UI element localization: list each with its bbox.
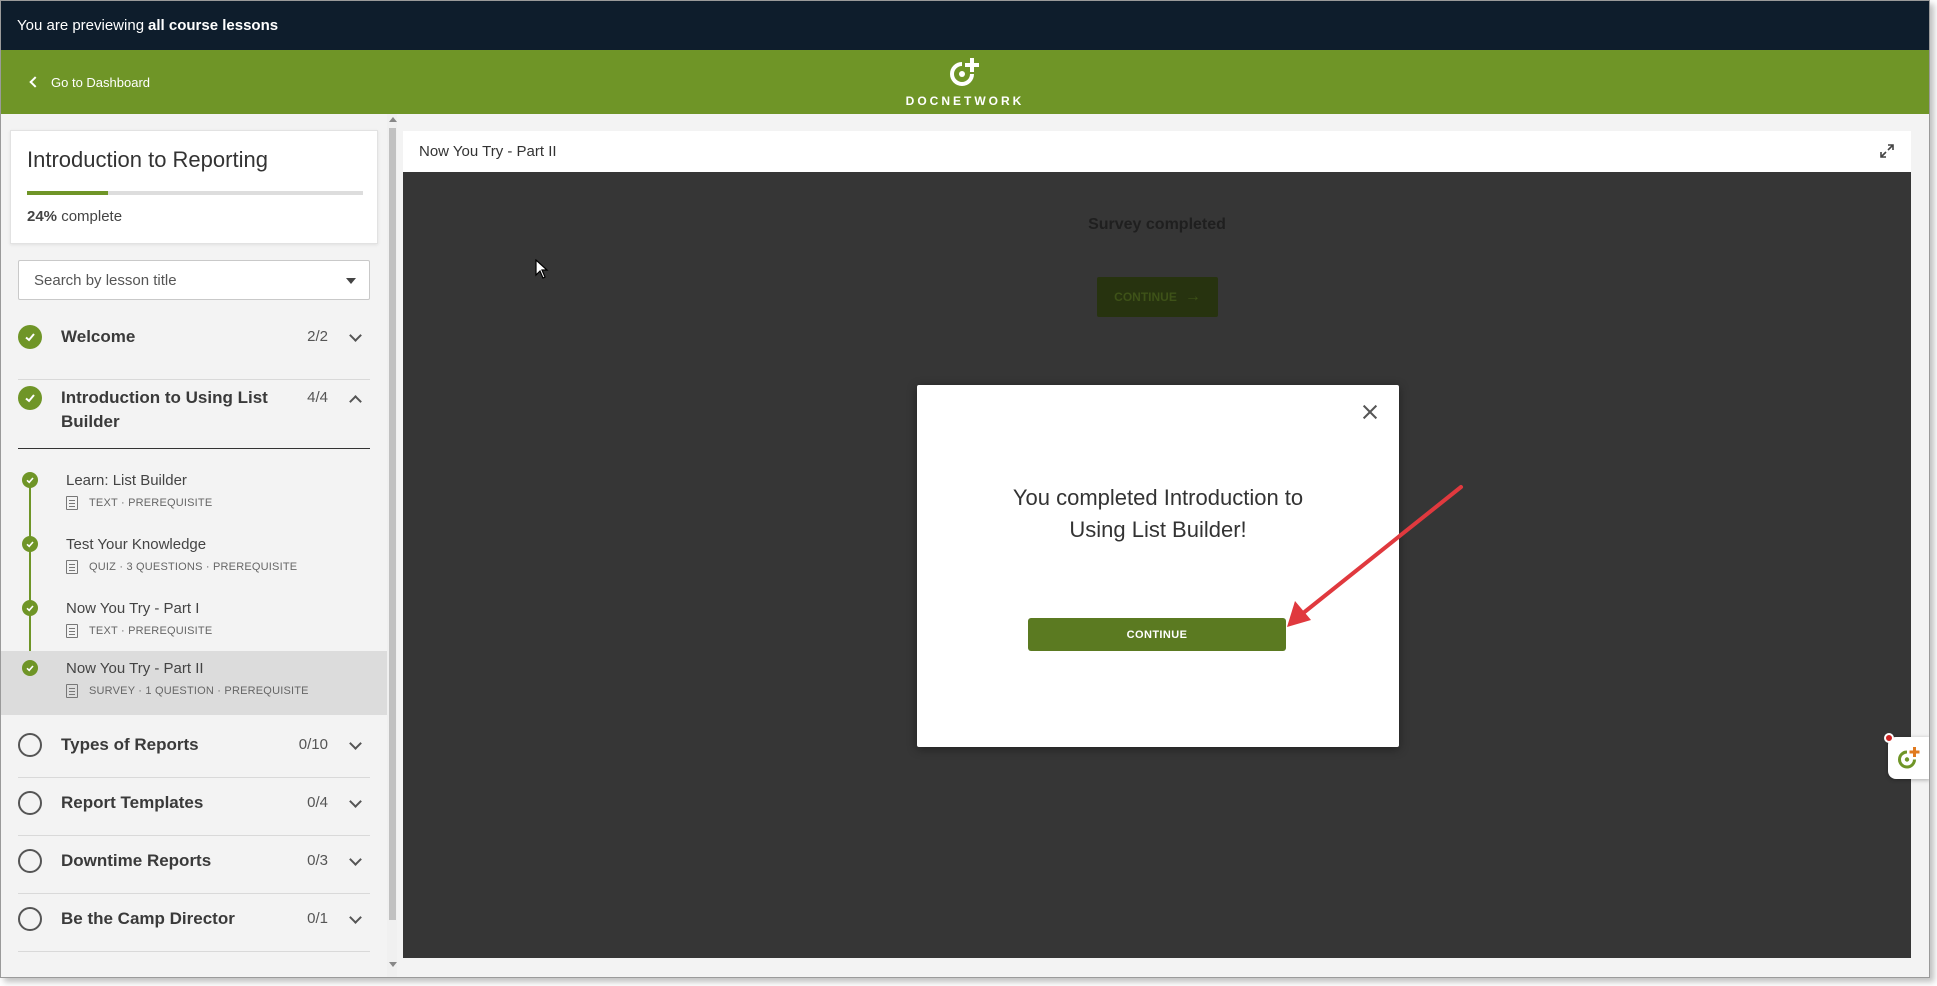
- docnetwork-logo-icon: [950, 58, 979, 86]
- section-downtime-reports[interactable]: Downtime Reports 0/3: [18, 849, 370, 894]
- section-count: 0/1: [307, 910, 328, 927]
- close-icon[interactable]: [1361, 403, 1379, 421]
- section-types-of-reports[interactable]: Types of Reports 0/10: [18, 733, 370, 778]
- check-circle-icon: [18, 325, 42, 349]
- help-widget-button[interactable]: [1888, 737, 1929, 779]
- section-title: Welcome: [61, 327, 136, 346]
- lesson-meta: QUIZ · 3 QUESTIONS · PREREQUISITE: [66, 560, 297, 574]
- continue-button[interactable]: CONTINUE: [1028, 618, 1286, 651]
- lesson-title: Test Your Knowledge: [66, 536, 207, 553]
- go-to-dashboard-link[interactable]: Go to Dashboard: [29, 50, 151, 114]
- text-doc-icon: [66, 496, 78, 510]
- survey-icon: [66, 684, 78, 698]
- top-header: Go to Dashboard DOCNETWORK: [1, 50, 1929, 114]
- lesson-meta-text: QUIZ · 3 QUESTIONS · PREREQUISITE: [89, 561, 298, 573]
- scroll-up-arrow-icon[interactable]: [389, 117, 397, 122]
- empty-circle-icon: [18, 733, 42, 757]
- lesson-meta: TEXT · PREREQUISITE: [66, 624, 212, 638]
- check-circle-icon: [22, 600, 38, 616]
- completion-modal: You completed Introduction to Using List…: [917, 385, 1399, 747]
- caret-down-icon: [346, 278, 356, 284]
- chevron-down-icon: [349, 329, 362, 342]
- empty-circle-icon: [18, 907, 42, 931]
- completion-message: You completed Introduction to Using List…: [1012, 485, 1304, 542]
- lesson-item-now-you-try-part-2[interactable]: Now You Try - Part II SURVEY · 1 QUESTIO…: [1, 651, 387, 715]
- empty-circle-icon: [18, 791, 42, 815]
- survey-status-text: Survey completed: [1088, 216, 1226, 233]
- course-sidebar: Introduction to Reporting 24% complete S…: [1, 114, 387, 977]
- section-title: Downtime Reports: [61, 851, 212, 870]
- section-title: Report Templates: [61, 793, 204, 812]
- section-title: Types of Reports: [61, 735, 199, 754]
- brand-logo: DOCNETWORK: [885, 56, 1045, 108]
- check-circle-icon: [22, 536, 38, 552]
- course-progress-fill: [27, 191, 108, 195]
- chevron-down-icon: [349, 737, 362, 750]
- lesson-item-learn-list-builder[interactable]: Learn: List Builder TEXT · PREREQUISITE: [1, 466, 387, 530]
- lesson-title: Learn: List Builder: [66, 472, 187, 489]
- progress-percent: 24%: [27, 208, 58, 225]
- lesson-search-dropdown[interactable]: Search by lesson title: [18, 260, 370, 300]
- lesson-meta-text: TEXT · PREREQUISITE: [89, 625, 213, 637]
- preview-banner: You are previewing all course lessons: [1, 1, 1929, 50]
- check-circle-icon: [18, 386, 42, 410]
- course-progress-card: Introduction to Reporting 24% complete: [10, 130, 378, 244]
- text-doc-icon: [66, 624, 78, 638]
- section-title: Be the Camp Director: [61, 909, 235, 928]
- section-count: 0/10: [298, 736, 328, 753]
- chevron-left-icon: [29, 76, 41, 88]
- lesson-item-now-you-try-part-1[interactable]: Now You Try - Part I TEXT · PREREQUISITE: [1, 594, 387, 658]
- background-continue-label: CONTINUE: [1114, 290, 1177, 304]
- section-be-the-camp-director[interactable]: Be the Camp Director 0/1: [18, 907, 370, 952]
- progress-suffix: complete: [61, 208, 123, 225]
- section-report-templates[interactable]: Report Templates 0/4: [18, 791, 370, 836]
- logo-wordmark: DOCNETWORK: [905, 94, 1025, 108]
- notification-dot: [1884, 733, 1894, 743]
- lesson-content-header: Now You Try - Part II: [403, 131, 1911, 172]
- section-title: Introduction to Using List Builder: [61, 388, 268, 431]
- section-count: 2/2: [307, 328, 328, 345]
- preview-banner-emphasis: all course lessons: [148, 17, 279, 34]
- empty-circle-icon: [18, 849, 42, 873]
- section-introduction-list-builder[interactable]: Introduction to Using List Builder 4/4: [18, 386, 370, 449]
- course-progress-bar: [27, 191, 363, 195]
- lesson-title: Now You Try - Part II: [66, 660, 204, 677]
- lesson-title: Now You Try - Part I: [66, 600, 200, 617]
- section-count: 0/3: [307, 852, 328, 869]
- background-continue-button: CONTINUE →: [1097, 277, 1218, 317]
- quiz-icon: [66, 560, 78, 574]
- chevron-down-icon: [349, 795, 362, 808]
- lesson-content-title: Now You Try - Part II: [419, 143, 557, 160]
- chevron-down-icon: [349, 911, 362, 924]
- section-count: 0/4: [307, 794, 328, 811]
- check-circle-icon: [22, 660, 38, 676]
- chevron-up-icon: [349, 395, 362, 408]
- lesson-item-test-your-knowledge[interactable]: Test Your Knowledge QUIZ · 3 QUESTIONS ·…: [1, 530, 387, 594]
- lesson-meta-text: TEXT · PREREQUISITE: [89, 497, 213, 509]
- check-circle-icon: [22, 472, 38, 488]
- lesson-meta: SURVEY · 1 QUESTION · PREREQUISITE: [66, 684, 309, 698]
- lesson-search-placeholder: Search by lesson title: [34, 271, 177, 289]
- expand-fullscreen-icon[interactable]: [1879, 143, 1895, 159]
- course-title: Introduction to Reporting: [27, 147, 268, 172]
- preview-banner-prefix: You are previewing: [17, 17, 145, 34]
- go-to-dashboard-label: Go to Dashboard: [51, 74, 151, 90]
- arrow-right-icon: →: [1184, 288, 1201, 305]
- lesson-meta: TEXT · PREREQUISITE: [66, 496, 212, 510]
- lesson-meta-text: SURVEY · 1 QUESTION · PREREQUISITE: [89, 685, 309, 697]
- section-count: 4/4: [307, 389, 328, 406]
- section-welcome[interactable]: Welcome 2/2: [18, 325, 370, 380]
- sidebar-scrollbar-thumb[interactable]: [389, 128, 396, 920]
- course-progress-text: 24% complete: [27, 208, 361, 225]
- app-window: You are previewing all course lessons Go…: [0, 0, 1930, 978]
- chevron-down-icon: [349, 853, 362, 866]
- scroll-down-arrow-icon[interactable]: [389, 962, 397, 967]
- mouse-cursor-icon: [535, 259, 549, 279]
- docnetwork-help-icon: [1898, 747, 1920, 769]
